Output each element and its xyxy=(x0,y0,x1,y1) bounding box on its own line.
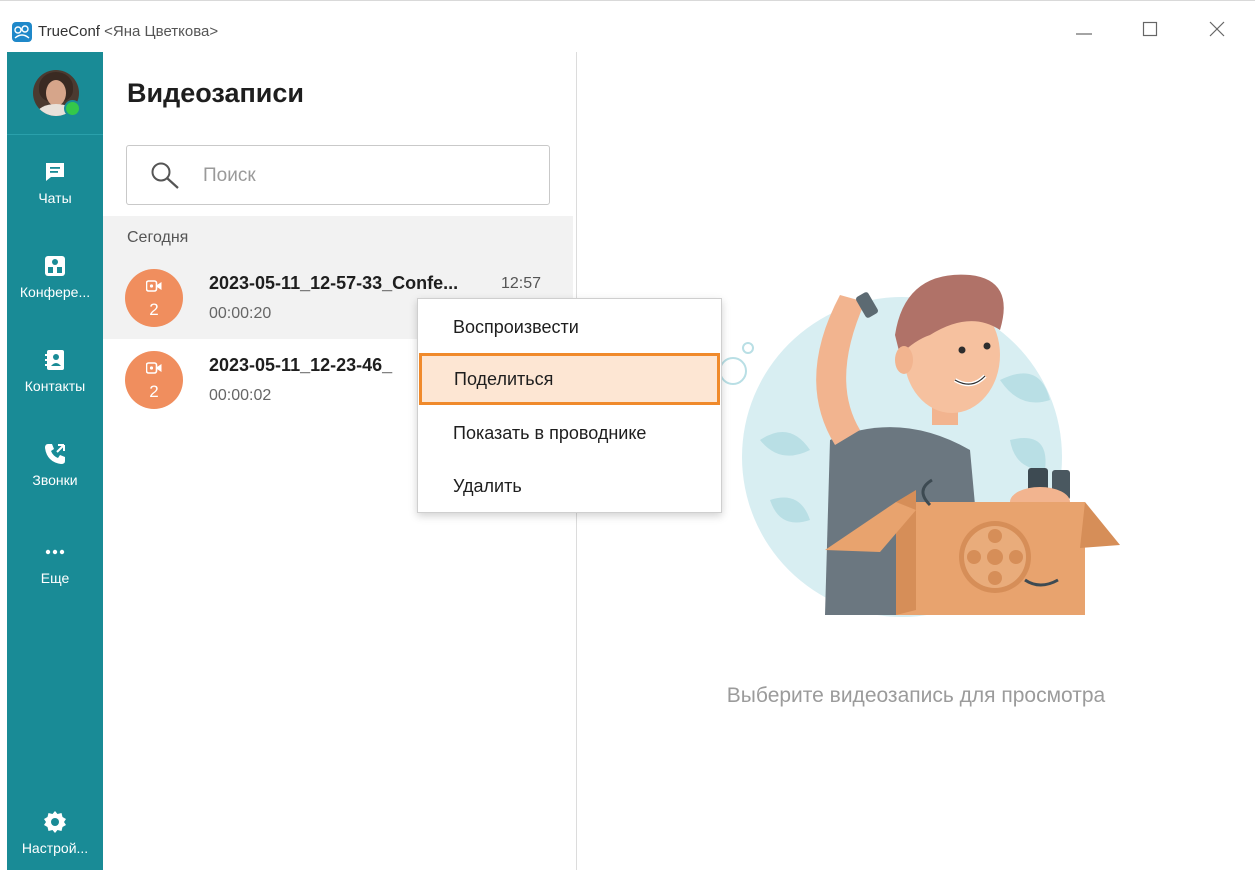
nav-item-conferences[interactable]: Конфере... xyxy=(7,254,103,300)
presence-status-icon xyxy=(64,100,81,117)
nav-label-contacts: Контакты xyxy=(24,378,86,394)
empty-state-illustration xyxy=(700,240,1140,630)
video-camera-icon xyxy=(146,362,162,374)
empty-state-message: Выберите видеозапись для просмотра xyxy=(726,684,1106,707)
nav-label-chats: Чаты xyxy=(38,190,72,206)
section-label: Сегодня xyxy=(127,229,189,246)
calls-icon xyxy=(45,444,65,464)
recording-badge: 2 xyxy=(125,269,183,327)
menu-item-show-in-explorer[interactable]: Показать в проводнике xyxy=(418,407,721,459)
search-icon xyxy=(151,162,179,189)
app-name: TrueConf xyxy=(38,23,100,40)
nav-rail: Чаты Конфере... Контакты Звонки Еще Наст… xyxy=(7,52,103,870)
minimize-button[interactable] xyxy=(1070,15,1098,43)
recording-duration: 00:00:20 xyxy=(209,305,272,322)
participants-count: 2 xyxy=(149,382,159,401)
rail-divider xyxy=(7,134,103,135)
nav-item-more[interactable]: Еще xyxy=(7,540,103,586)
nav-label-settings: Настрой... xyxy=(21,840,89,856)
more-icon xyxy=(45,549,65,555)
participants-count: 2 xyxy=(149,300,159,319)
page-title: Видеозаписи xyxy=(127,78,304,108)
trueconf-logo-icon xyxy=(12,22,32,42)
nav-label-more: Еще xyxy=(40,570,70,586)
nav-item-contacts[interactable]: Контакты xyxy=(7,348,103,394)
search-box[interactable] xyxy=(126,145,550,205)
close-button[interactable] xyxy=(1203,15,1231,43)
context-menu: Воспроизвести Поделиться Показать в пров… xyxy=(417,298,722,513)
search-input[interactable] xyxy=(203,162,523,190)
conference-icon xyxy=(45,256,65,276)
nav-item-settings[interactable]: Настрой... xyxy=(7,810,103,856)
recording-badge: 2 xyxy=(125,351,183,409)
title-bar: TrueConf <Яна Цветкова> xyxy=(0,0,1255,52)
nav-label-conferences: Конфере... xyxy=(19,284,91,300)
window-title: TrueConf <Яна Цветкова> xyxy=(38,23,218,40)
gear-icon xyxy=(44,811,66,833)
menu-item-delete[interactable]: Удалить xyxy=(418,460,721,512)
menu-item-share[interactable]: Поделиться xyxy=(419,353,720,405)
nav-item-calls[interactable]: Звонки xyxy=(7,442,103,488)
contacts-icon xyxy=(45,350,64,370)
video-camera-icon xyxy=(146,280,162,292)
maximize-button[interactable] xyxy=(1136,15,1164,43)
recording-name: 2023-05-11_12-23-46_ xyxy=(209,355,393,375)
menu-item-play[interactable]: Воспроизвести xyxy=(418,301,721,353)
recording-time: 12:57 xyxy=(501,275,542,292)
recording-duration: 00:00:02 xyxy=(209,387,272,404)
window-user: <Яна Цветкова> xyxy=(104,23,219,40)
recording-name: 2023-05-11_12-57-33_Confe... xyxy=(209,273,459,293)
chat-icon xyxy=(46,163,64,181)
nav-label-calls: Звонки xyxy=(32,472,78,488)
nav-item-chats[interactable]: Чаты xyxy=(7,160,103,206)
